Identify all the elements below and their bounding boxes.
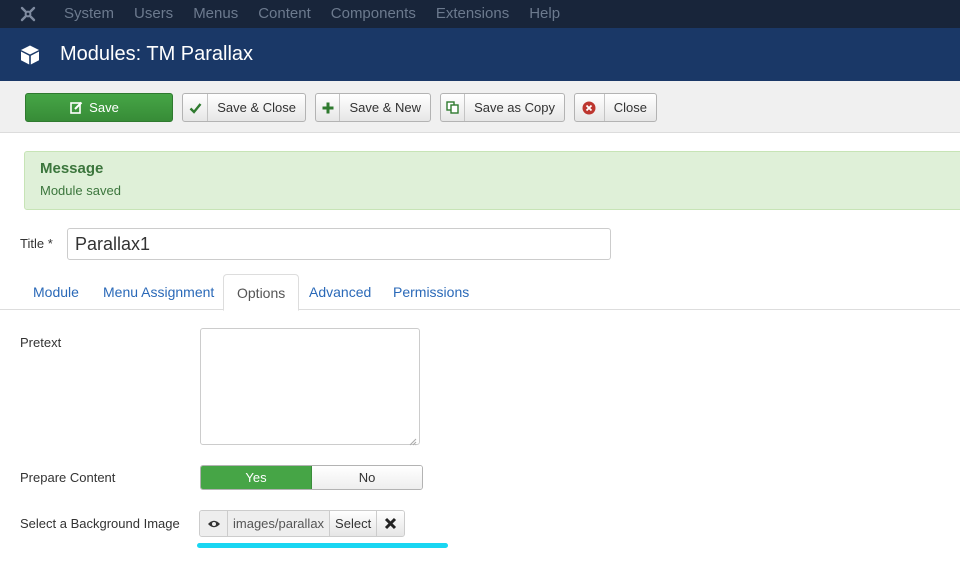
background-image-field: images/parallax Select xyxy=(199,510,406,537)
save-new-label: Save & New xyxy=(349,100,421,115)
background-image-path[interactable]: images/parallax xyxy=(228,511,331,536)
menu-content[interactable]: Content xyxy=(258,0,311,28)
save-button-label: Save xyxy=(89,100,119,115)
tab-options[interactable]: Options xyxy=(223,274,300,311)
title-input[interactable] xyxy=(67,228,611,260)
save-as-copy-button[interactable]: Save as Copy xyxy=(440,93,565,122)
top-menu-bar: System Users Menus Content Components Ex… xyxy=(0,0,960,28)
system-message: Message Module saved xyxy=(24,151,960,210)
select-image-button[interactable]: Select xyxy=(330,511,378,536)
menu-menus[interactable]: Menus xyxy=(193,0,238,28)
menu-components[interactable]: Components xyxy=(331,0,416,28)
edit-icon xyxy=(70,101,83,114)
prepare-content-toggle: Yes No xyxy=(200,465,423,490)
close-label: Close xyxy=(613,100,647,115)
toolbar: Save Save & Close Save & New Save as Cop… xyxy=(0,81,960,133)
tab-menu-assignment[interactable]: Menu Assignment xyxy=(90,274,227,310)
tab-permissions[interactable]: Permissions xyxy=(380,274,482,310)
copy-icon xyxy=(441,94,466,121)
save-button[interactable]: Save xyxy=(25,93,173,122)
clear-x-icon[interactable] xyxy=(377,511,405,536)
prepare-content-label: Prepare Content xyxy=(20,470,116,485)
cube-icon xyxy=(0,28,60,81)
save-as-copy-label: Save as Copy xyxy=(474,100,555,115)
pretext-label: Pretext xyxy=(20,335,62,350)
message-text: Module saved xyxy=(40,183,121,198)
highlight-underline xyxy=(197,543,448,548)
menu-users[interactable]: Users xyxy=(134,0,173,28)
message-heading: Message xyxy=(40,160,104,177)
page-title: Modules: TM Parallax xyxy=(60,43,254,65)
background-image-label: Select a Background Image xyxy=(20,516,180,531)
menu-system[interactable]: System xyxy=(64,0,114,28)
menu-extensions[interactable]: Extensions xyxy=(436,0,509,28)
prepare-no-option[interactable]: No xyxy=(312,466,422,489)
title-label: Title * xyxy=(20,236,53,251)
joomla-logo-icon[interactable] xyxy=(0,0,56,28)
save-close-button[interactable]: Save & Close xyxy=(182,93,306,122)
checkmark-icon xyxy=(183,94,209,121)
save-new-button[interactable]: Save & New xyxy=(315,93,431,122)
resize-grip-icon[interactable] xyxy=(409,434,417,446)
page-header: Modules: TM Parallax xyxy=(0,28,960,81)
prepare-yes-option[interactable]: Yes xyxy=(201,466,312,489)
plus-icon xyxy=(316,94,341,121)
tab-advanced[interactable]: Advanced xyxy=(296,274,384,310)
pretext-textarea[interactable] xyxy=(200,328,420,446)
save-close-label: Save & Close xyxy=(217,100,296,115)
tab-bar: Module Menu Assignment Options Advanced … xyxy=(0,274,960,311)
close-circle-icon xyxy=(575,94,605,121)
eye-icon[interactable] xyxy=(200,511,228,536)
tab-module[interactable]: Module xyxy=(20,274,92,310)
close-button[interactable]: Close xyxy=(574,93,657,122)
menu-help[interactable]: Help xyxy=(529,0,560,28)
